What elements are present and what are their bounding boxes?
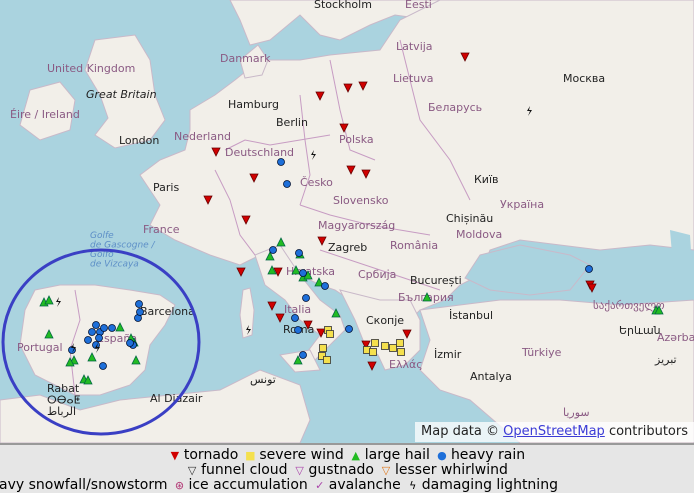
label-rabat: Rabat ⵔⴱⴰⵟ الرباط (47, 382, 81, 418)
attribution-suffix: contributors (604, 424, 688, 439)
heavy-rain-marker[interactable] (269, 246, 277, 254)
heavy-rain-marker[interactable] (108, 324, 116, 332)
label-skopje: Скопје (366, 314, 404, 327)
legend-label: funnel cloud (201, 462, 288, 478)
heavy-rain-marker[interactable] (291, 314, 299, 322)
map-attribution: Map data © OpenStreetMap contributors (415, 422, 694, 442)
attribution-link[interactable]: OpenStreetMap (503, 424, 605, 439)
heavy-rain-marker[interactable] (92, 321, 100, 329)
heavy-rain-marker[interactable] (321, 282, 329, 290)
label-stockholm: Stockholm (314, 0, 372, 11)
severe-wind-marker[interactable] (381, 342, 389, 350)
heavy-rain-marker[interactable] (135, 300, 143, 308)
label-polska: Polska (339, 133, 374, 146)
legend-label: heavy rain (450, 447, 526, 463)
heavy-rain-marker[interactable] (88, 328, 96, 336)
label-ellas: Ελλάς (389, 358, 423, 371)
severe-wind-marker[interactable] (319, 344, 327, 352)
label-turkiye: Türkiye (521, 346, 562, 359)
label-srbija: Србија (358, 268, 396, 281)
severe-wind-marker[interactable] (371, 339, 379, 347)
label-suriye: سوريا (563, 406, 590, 419)
heavy-rain-marker[interactable] (84, 336, 92, 344)
heavy-rain-marker[interactable] (302, 294, 310, 302)
severe-wind-marker[interactable] (397, 348, 405, 356)
heavy-rain-marker[interactable] (283, 180, 291, 188)
label-lietuva: Lietuva (393, 72, 434, 85)
label-zagreb: Zagreb (328, 241, 367, 254)
legend-label: severe wind (259, 447, 344, 463)
legend-row-1: ▼ tornado ■ severe wind ▲ large hail ● heavy ra… (0, 447, 694, 463)
label-paris: Paris (153, 181, 179, 194)
legend-label: lesser whirlwind (395, 462, 508, 478)
legend-label: gustnado (308, 462, 374, 478)
heavy-rain-marker[interactable] (299, 269, 307, 277)
heavy-rain-marker[interactable] (99, 362, 107, 370)
heavy-rain-marker[interactable] (295, 249, 303, 257)
severe-wind-marker[interactable] (326, 330, 334, 338)
label-romania: România (390, 239, 438, 252)
label-latvija: Latvija (396, 40, 433, 53)
legend-label: large hail (364, 447, 430, 463)
label-france: France (143, 223, 180, 236)
label-istanbul: İstanbul (449, 309, 493, 322)
severe-wind-marker[interactable] (396, 339, 404, 347)
label-ukraina: Україна (500, 198, 544, 211)
legend: ▼ tornado ■ severe wind ▲ large hail ● heavy ra… (0, 443, 694, 493)
label-portugal: Portugal (17, 341, 63, 354)
heavy-rain-marker[interactable] (585, 265, 593, 273)
attribution-prefix: Map data © (421, 424, 504, 439)
label-magyarorszag: Magyarország (318, 219, 395, 232)
label-hamburg: Hamburg (228, 98, 279, 111)
label-cesko: Česko (300, 176, 333, 189)
severe-wind-marker[interactable] (369, 348, 377, 356)
label-chisinau: Chișinău (446, 212, 493, 225)
label-azerbaijan: Azərbaycan (657, 331, 694, 344)
label-great-britain: Great Britain (86, 88, 157, 101)
label-deutschland: Deutschland (225, 146, 294, 159)
label-eire: Éire / Ireland (10, 108, 80, 121)
label-slovensko: Slovensko (333, 194, 389, 207)
severe-wind-marker[interactable] (323, 356, 331, 364)
legend-label: tornado (183, 447, 239, 463)
label-antalya: Antalya (470, 370, 512, 383)
label-tabriz: تبریز (654, 353, 677, 366)
map-view[interactable]: Stockholm Eesti Latvija Lietuva Москва Б… (0, 0, 694, 443)
heavy-rain-marker[interactable] (294, 326, 302, 334)
label-united-kingdom: United Kingdom (47, 62, 135, 75)
legend-row-2: ▽ funnel cloud ▽ gustnado ▽ lesser whirlwind (0, 462, 694, 478)
label-yerevan: Երևան (619, 324, 661, 337)
label-moskva: Москва (563, 72, 605, 85)
label-nederland: Nederland (174, 130, 231, 143)
label-moldova: Moldova (456, 228, 502, 241)
heavy-rain-marker[interactable] (345, 325, 353, 333)
heavy-rain-marker[interactable] (100, 324, 108, 332)
severe-wind-marker[interactable] (389, 344, 397, 352)
heavy-rain-marker[interactable] (277, 158, 285, 166)
heavy-rain-marker[interactable] (95, 334, 103, 342)
label-london: London (119, 134, 159, 147)
label-barcelona: Barcelona (140, 305, 195, 318)
label-belarus: Беларусь (428, 101, 482, 114)
label-kyiv: Київ (474, 173, 499, 186)
label-eesti: Eesti (405, 0, 432, 11)
heavy-rain-marker[interactable] (136, 308, 144, 316)
label-italia: Italia (284, 303, 311, 316)
label-izmir: İzmir (434, 348, 462, 361)
heavy-rain-marker[interactable] (299, 351, 307, 359)
label-bucuresti: București (410, 274, 462, 287)
label-berlin: Berlin (276, 116, 308, 129)
label-danmark: Danmark (220, 52, 271, 65)
label-tunis: تونس (250, 373, 276, 386)
heavy-rain-marker[interactable] (126, 339, 134, 347)
